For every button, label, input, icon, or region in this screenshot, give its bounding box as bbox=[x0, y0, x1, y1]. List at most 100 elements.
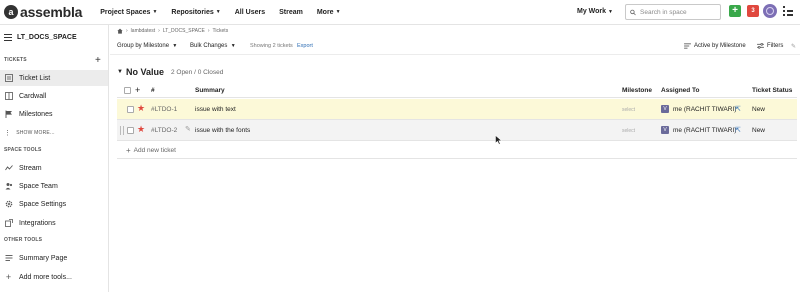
search-input[interactable] bbox=[640, 8, 720, 16]
add-new-ticket-link[interactable]: + Add new ticket bbox=[126, 146, 176, 155]
sidebar-item-integrations[interactable]: Integrations bbox=[0, 215, 108, 231]
stream-icon bbox=[4, 164, 13, 173]
assignee-avatar: V bbox=[661, 105, 669, 113]
nav-all-users[interactable]: All Users bbox=[235, 9, 265, 16]
drag-handle-icon[interactable] bbox=[120, 126, 125, 135]
bulk-changes-dropdown[interactable]: Bulk Changes ▼ bbox=[190, 43, 236, 49]
filter-icon bbox=[757, 43, 764, 49]
add-ticket-tool-button[interactable]: + bbox=[95, 55, 101, 66]
ticket-id[interactable]: #LTDO-1 bbox=[151, 106, 177, 113]
sidebar-item-stream[interactable]: Stream bbox=[0, 160, 108, 176]
ticket-summary[interactable]: issue with the fonts bbox=[195, 127, 250, 134]
logo-text: assembla bbox=[20, 4, 83, 20]
notifications-badge[interactable]: 3 bbox=[747, 5, 759, 17]
ticket-toolbar: Group by Milestone ▼ Bulk Changes ▼ Show… bbox=[110, 40, 800, 55]
table-row[interactable]: ★ #LTDO-2 ✎ issue with the fonts select … bbox=[117, 120, 797, 141]
ticket-count-text: Showing 2 tickets bbox=[250, 43, 293, 49]
nav-stream[interactable]: Stream bbox=[279, 9, 303, 16]
show-more-link[interactable]: ⋮ SHOW MORE... bbox=[4, 129, 55, 137]
chevron-down-icon: ▼ bbox=[215, 9, 221, 15]
breadcrumb-org[interactable]: lambdatest bbox=[131, 28, 155, 34]
ticket-id[interactable]: #LTDO-2 bbox=[151, 127, 177, 134]
home-icon[interactable] bbox=[117, 28, 123, 34]
column-milestone[interactable]: Milestone bbox=[622, 87, 652, 94]
search-box[interactable] bbox=[625, 4, 721, 20]
flag-icon bbox=[4, 110, 13, 119]
list-icon bbox=[4, 74, 13, 83]
row-checkbox[interactable] bbox=[127, 127, 134, 134]
select-all-checkbox[interactable] bbox=[124, 87, 131, 94]
logo-mark-icon: a bbox=[4, 5, 18, 19]
space-title[interactable]: LT_DOCS_SPACE bbox=[4, 34, 77, 41]
assembla-logo[interactable]: a assembla bbox=[4, 0, 82, 25]
more-dots-icon: ⋮ bbox=[4, 130, 12, 137]
assignee-avatar: V bbox=[661, 126, 669, 134]
hamburger-icon[interactable] bbox=[4, 34, 12, 41]
chevron-down-icon: ▼ bbox=[608, 8, 613, 15]
group-by-dropdown[interactable]: Group by Milestone ▼ bbox=[117, 43, 177, 49]
nav-repositories[interactable]: Repositories ▼ bbox=[171, 9, 220, 16]
sidebar-item-cardwall[interactable]: Cardwall bbox=[0, 88, 108, 104]
chevron-down-icon: ▼ bbox=[171, 43, 178, 49]
nav-more[interactable]: More ▼ bbox=[317, 9, 341, 16]
team-icon bbox=[4, 182, 13, 191]
create-button[interactable]: + bbox=[729, 5, 741, 17]
edit-pencil-icon[interactable]: ✎ bbox=[185, 125, 191, 133]
active-by-milestone-toggle[interactable]: Active by Milestone bbox=[684, 43, 746, 49]
add-column-button[interactable]: + bbox=[135, 85, 140, 95]
sidebar-item-summary-page[interactable]: Summary Page bbox=[0, 250, 108, 266]
milestone-select[interactable]: select bbox=[622, 128, 635, 134]
export-link[interactable]: Export bbox=[297, 43, 313, 49]
mouse-cursor-icon bbox=[495, 135, 503, 145]
filters-button[interactable]: Filters bbox=[757, 43, 783, 49]
assignee-name[interactable]: me (RACHIT TIWARI) bbox=[673, 106, 736, 113]
chevron-down-icon: ▼ bbox=[152, 9, 158, 15]
top-navbar: a assembla Project Spaces ▼ Repositories ▼… bbox=[0, 0, 800, 25]
table-row[interactable]: ★ #LTDO-1 issue with text select V me (R… bbox=[117, 99, 797, 120]
sidebar-item-space-settings[interactable]: Space Settings bbox=[0, 196, 108, 212]
collapse-chevron-icon[interactable]: ▼ bbox=[117, 69, 123, 75]
sidebar-item-ticket-list[interactable]: Ticket List bbox=[0, 70, 108, 86]
breadcrumb-space[interactable]: LT_DOCS_SPACE bbox=[163, 28, 205, 34]
tickets-heading: TICKETS bbox=[4, 57, 27, 63]
ticket-summary[interactable]: issue with text bbox=[195, 106, 236, 113]
star-icon[interactable]: ★ bbox=[137, 104, 145, 113]
sidebar: LT_DOCS_SPACE TICKETS + Ticket List Card… bbox=[0, 25, 109, 292]
milestone-select[interactable]: select bbox=[622, 107, 635, 113]
column-id[interactable]: # bbox=[151, 87, 155, 94]
star-icon[interactable]: ★ bbox=[137, 125, 145, 134]
sidebar-item-add-more-tools[interactable]: + Add more tools... bbox=[0, 269, 108, 285]
main-nav: Project Spaces ▼ Repositories ▼ All Users … bbox=[100, 9, 354, 16]
chevron-down-icon: ▼ bbox=[229, 43, 236, 49]
space-tools-heading: SPACE TOOLS bbox=[4, 147, 42, 153]
chevron-down-icon: ▼ bbox=[335, 9, 341, 15]
apps-menu-icon[interactable] bbox=[783, 6, 793, 16]
ticket-status[interactable]: New bbox=[752, 106, 765, 113]
my-work-dropdown[interactable]: My Work ▼ bbox=[577, 8, 613, 15]
column-ticket-status[interactable]: Ticket Status bbox=[752, 87, 792, 94]
breadcrumb-tickets[interactable]: Tickets bbox=[213, 28, 229, 34]
row-checkbox[interactable] bbox=[127, 106, 134, 113]
cardwall-icon bbox=[4, 92, 13, 101]
pin-icon[interactable]: ✎ bbox=[791, 43, 796, 50]
group-header[interactable]: ▼ No Value 2 Open / 0 Closed bbox=[117, 67, 223, 77]
ticket-table-header: + # Summary Milestone Assigned To Ticket… bbox=[117, 83, 797, 98]
column-assigned-to[interactable]: Assigned To bbox=[661, 87, 700, 94]
ticket-status[interactable]: New bbox=[752, 127, 765, 134]
search-icon bbox=[630, 9, 636, 15]
external-link-icon[interactable]: ⇱ bbox=[735, 105, 741, 113]
plus-icon: + bbox=[5, 272, 12, 282]
nav-project-spaces[interactable]: Project Spaces ▼ bbox=[100, 9, 157, 16]
assignee-name[interactable]: me (RACHIT TIWARI) bbox=[673, 127, 736, 134]
integrations-icon bbox=[4, 219, 13, 228]
column-summary[interactable]: Summary bbox=[195, 87, 225, 94]
sidebar-item-milestones[interactable]: Milestones bbox=[0, 106, 108, 122]
sidebar-item-space-team[interactable]: Space Team bbox=[0, 178, 108, 194]
breadcrumb: › lambdatest › LT_DOCS_SPACE › Tickets bbox=[117, 28, 228, 34]
other-tools-heading: OTHER TOOLS bbox=[4, 237, 43, 243]
plus-icon: + bbox=[126, 146, 131, 155]
group-title: No Value bbox=[125, 67, 164, 77]
external-link-icon[interactable]: ⇱ bbox=[735, 126, 741, 134]
user-avatar[interactable] bbox=[763, 4, 777, 18]
sort-icon bbox=[684, 43, 691, 49]
